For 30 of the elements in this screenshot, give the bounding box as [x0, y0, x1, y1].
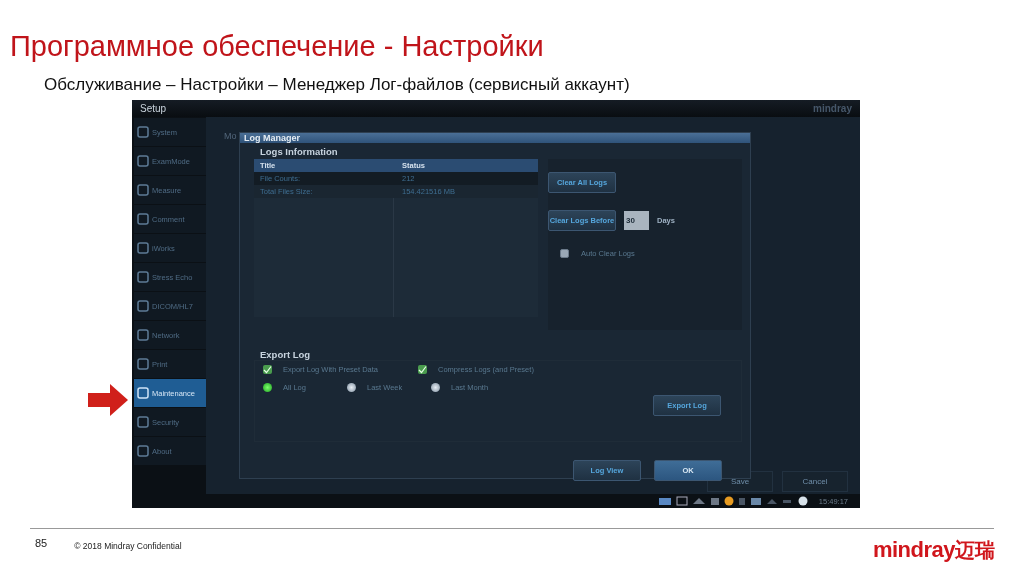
radio-button[interactable]	[347, 383, 356, 392]
page-number: 85	[35, 537, 48, 549]
menu-item-icon	[137, 300, 149, 312]
window-title: Setup	[140, 103, 167, 114]
menu-item-icon	[137, 271, 149, 283]
section-label: Mo	[224, 131, 237, 141]
menu-item-icon	[137, 329, 149, 341]
arrow-icon	[88, 384, 128, 416]
menu-item-icon	[137, 416, 149, 428]
menu-item-icon	[137, 445, 149, 457]
dialog-title: Log Manager	[240, 133, 750, 143]
menu-item-icon	[137, 387, 149, 399]
menu-item-icon	[137, 213, 149, 225]
menu-item-icon	[137, 358, 149, 370]
radio-button[interactable]	[263, 383, 272, 392]
footer-button[interactable]: Cancel	[782, 471, 848, 492]
slide-title: Программное обеспечение - Настройки	[10, 29, 545, 64]
footer-text: © 2018 Mindray Confidential	[74, 541, 182, 551]
section-heading: Logs Information	[260, 146, 339, 157]
slide-subtitle: Обслуживание – Настройки – Менеджер Лог-файлов (сервисный аккаунт)	[44, 75, 631, 95]
menu-item-icon	[137, 126, 149, 138]
checkbox[interactable]	[560, 249, 569, 258]
menu-item-icon	[137, 242, 149, 254]
days-field[interactable]: 30	[624, 211, 649, 230]
logo: mindray迈瑞	[872, 537, 994, 564]
menu-item-icon	[137, 184, 149, 196]
radio-button[interactable]	[431, 383, 440, 392]
menu-item-icon	[137, 155, 149, 167]
section-heading: Export Log	[260, 349, 312, 360]
brand-label: mindray	[813, 103, 852, 114]
